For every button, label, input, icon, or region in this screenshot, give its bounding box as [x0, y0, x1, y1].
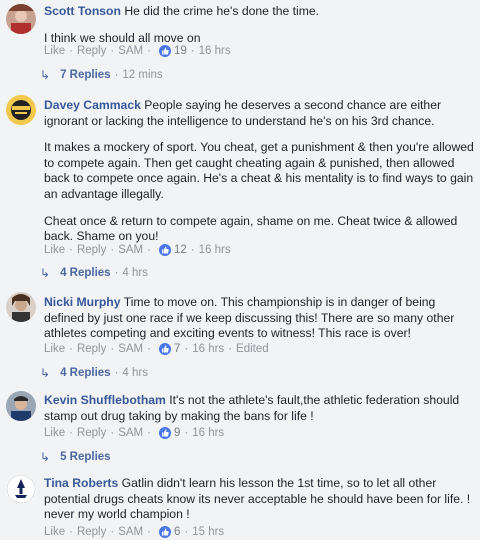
- like-link[interactable]: Like: [44, 45, 65, 57]
- commenter-name[interactable]: Scott Tonson: [44, 4, 121, 18]
- thumbs-up-icon: [158, 526, 171, 538]
- timestamp[interactable]: 16 hrs: [192, 427, 224, 439]
- like-count-badge[interactable]: 19: [158, 45, 187, 57]
- like-count-badge[interactable]: 9: [158, 427, 180, 439]
- reply-arrow-icon: ↳: [40, 68, 51, 82]
- edited-label[interactable]: Edited: [236, 343, 269, 355]
- like-link[interactable]: Like: [44, 526, 65, 538]
- comment-actions: Like · Reply · SAM · 7 · 16 hrs · Edited: [44, 343, 269, 355]
- comment-text: Cheat once & return to compete again, sh…: [44, 213, 458, 244]
- thumbs-up-icon: [158, 244, 171, 256]
- thumbs-up-icon: [158, 45, 171, 57]
- reply-arrow-icon: ↳: [40, 366, 51, 380]
- like-link[interactable]: Like: [44, 343, 65, 355]
- view-replies[interactable]: ↳ 4 Replies · 4 hrs: [40, 266, 148, 280]
- sam-link[interactable]: SAM: [118, 526, 143, 538]
- comment-text: It makes a mockery of sport. You cheat, …: [44, 140, 474, 201]
- thumbs-up-icon: [158, 343, 171, 355]
- timestamp[interactable]: 16 hrs: [199, 244, 231, 256]
- timestamp[interactable]: 16 hrs: [192, 343, 224, 355]
- reply-link[interactable]: Reply: [77, 526, 106, 538]
- comment-text: He did the crime he's done the time.: [124, 4, 320, 18]
- commenter-name[interactable]: Kevin Shufflebotham: [44, 393, 166, 407]
- like-link[interactable]: Like: [44, 427, 65, 439]
- like-count-badge[interactable]: 6: [158, 526, 180, 538]
- reply-link[interactable]: Reply: [77, 45, 106, 57]
- comment-actions: Like · Reply · SAM · 19 · 16 hrs: [44, 45, 231, 57]
- avatar[interactable]: [6, 292, 36, 322]
- sam-link[interactable]: SAM: [118, 427, 143, 439]
- comment-text: I think we should all move on: [44, 30, 201, 45]
- view-replies[interactable]: ↳ 7 Replies · 12 mins: [40, 68, 163, 82]
- timestamp[interactable]: 15 hrs: [192, 526, 224, 538]
- commenter-name[interactable]: Davey Cammack: [44, 98, 141, 112]
- view-replies[interactable]: ↳ 5 Replies: [40, 450, 111, 464]
- comment-actions: Like · Reply · SAM · 9 · 16 hrs: [44, 427, 225, 439]
- comments-feed: Scott Tonson He did the crime he's done …: [0, 0, 480, 540]
- reply-arrow-icon: ↳: [40, 266, 51, 280]
- reply-link[interactable]: Reply: [77, 427, 106, 439]
- like-count-badge[interactable]: 12: [158, 244, 187, 256]
- reply-link[interactable]: Reply: [77, 244, 106, 256]
- like-count-badge[interactable]: 7: [158, 343, 180, 355]
- sam-link[interactable]: SAM: [118, 343, 143, 355]
- comment-actions: Like · Reply · SAM · 6 · 15 hrs: [44, 526, 225, 538]
- view-replies[interactable]: ↳ 4 Replies · 4 hrs: [40, 366, 148, 380]
- avatar[interactable]: [6, 4, 36, 34]
- reply-link[interactable]: Reply: [77, 343, 106, 355]
- comment-actions: Like · Reply · SAM · 12 · 16 hrs: [44, 244, 231, 256]
- commenter-name[interactable]: Nicki Murphy: [44, 295, 121, 309]
- sam-link[interactable]: SAM: [118, 244, 143, 256]
- reply-arrow-icon: ↳: [40, 450, 51, 464]
- sam-link[interactable]: SAM: [118, 45, 143, 57]
- timestamp[interactable]: 16 hrs: [199, 45, 231, 57]
- avatar[interactable]: [6, 95, 36, 125]
- avatar[interactable]: [6, 474, 36, 504]
- avatar[interactable]: [6, 391, 36, 421]
- like-link[interactable]: Like: [44, 244, 65, 256]
- thumbs-up-icon: [158, 427, 171, 439]
- commenter-name[interactable]: Tina Roberts: [44, 476, 118, 490]
